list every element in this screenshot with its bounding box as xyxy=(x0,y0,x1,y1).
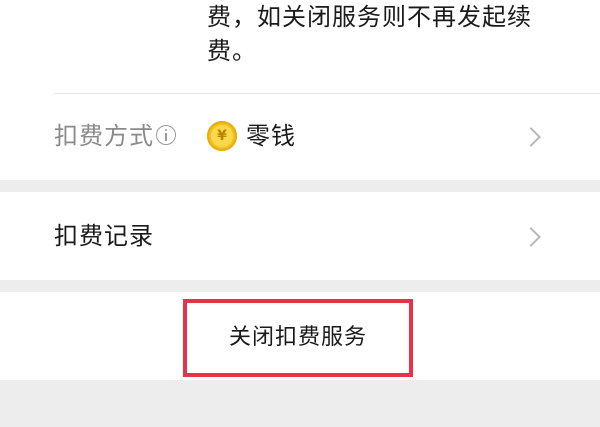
coin-symbol: ¥ xyxy=(211,125,233,147)
info-icon[interactable] xyxy=(156,125,176,145)
deduction-record-label[interactable]: 扣费记录 xyxy=(54,218,154,254)
payment-method-value[interactable]: 零钱 xyxy=(246,118,296,154)
divider xyxy=(54,93,600,94)
close-deduction-service-button[interactable]: 关闭扣费服务 xyxy=(183,299,413,377)
payment-method-label: 扣费方式 xyxy=(54,122,154,150)
renewal-description-line-2: 费。 xyxy=(207,37,257,65)
renewal-description: 费，如关闭服务则不再发起续 费。 xyxy=(207,0,547,68)
renewal-description-line-1: 费，如关闭服务则不再发起续 xyxy=(207,3,532,31)
coin-icon: ¥ xyxy=(207,121,237,151)
